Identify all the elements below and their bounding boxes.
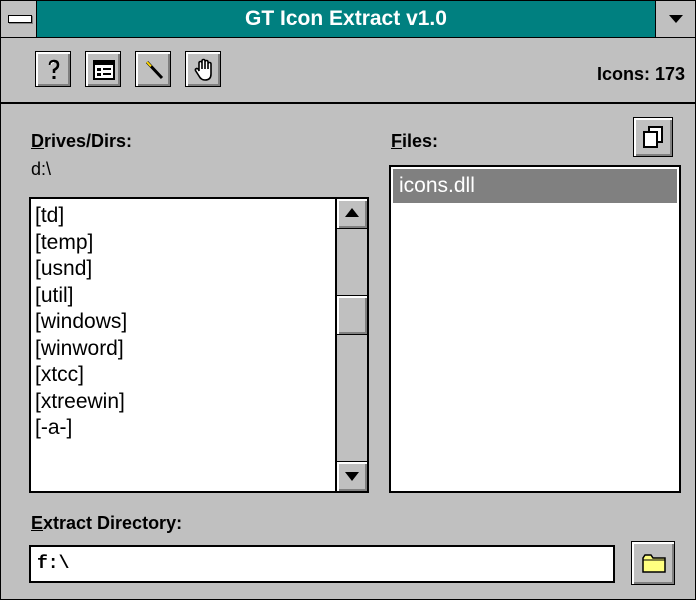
window-title: GT Icon Extract v1.0 (245, 7, 447, 30)
vertical-scrollbar[interactable] (335, 199, 367, 491)
help-icon (48, 59, 60, 79)
hand-icon (194, 58, 212, 81)
copy-button[interactable] (633, 117, 673, 157)
main-window: GT Icon Extract v1.0 Icons: 173 Drives/D… (0, 0, 696, 600)
browse-folder-button[interactable] (631, 541, 675, 585)
list-item[interactable]: [td] (35, 203, 333, 230)
view-icon (93, 60, 115, 80)
wand-button[interactable] (135, 51, 171, 87)
hand-button[interactable] (185, 51, 221, 87)
list-item[interactable]: [-a-] (35, 415, 333, 442)
icons-count-label: Icons: 173 (596, 64, 685, 84)
view-details-button[interactable] (85, 51, 121, 87)
scroll-thumb[interactable] (337, 295, 367, 335)
drives-dirs-label: Drives/Dirs: (31, 131, 133, 151)
extract-directory-input[interactable]: f:\ (29, 545, 615, 583)
wand-icon (145, 60, 164, 80)
chevron-down-icon (669, 15, 683, 23)
arrow-down-icon (345, 472, 359, 481)
scroll-down-button[interactable] (337, 461, 367, 491)
list-item[interactable]: [usnd] (35, 256, 333, 283)
list-item[interactable]: [xtreewin] (35, 389, 333, 416)
list-item[interactable]: [xtcc] (35, 362, 333, 389)
toolbar: Icons: 173 (1, 38, 695, 104)
arrow-up-icon (345, 208, 359, 217)
list-item[interactable]: [windows] (35, 309, 333, 336)
system-menu-button[interactable] (1, 1, 37, 37)
title-bar[interactable]: GT Icon Extract v1.0 (1, 1, 695, 38)
scroll-up-button[interactable] (337, 199, 367, 229)
minimize-button[interactable] (655, 1, 695, 37)
current-directory: d:\ (31, 159, 52, 179)
files-list[interactable]: icons.dll (389, 165, 681, 493)
system-menu-icon (8, 15, 32, 23)
folder-icon (642, 554, 666, 573)
file-item[interactable]: icons.dll (393, 169, 677, 203)
list-item[interactable]: [winword] (35, 336, 333, 363)
help-button[interactable] (35, 51, 71, 87)
list-item[interactable]: [util] (35, 283, 333, 310)
extract-directory-label: Extract Directory: (31, 513, 183, 533)
drives-dirs-list[interactable]: [td] [temp] [usnd] [util] [windows] [win… (29, 197, 369, 493)
copy-icon (643, 126, 663, 148)
list-item[interactable]: [temp] (35, 230, 333, 257)
files-label: Files: (391, 131, 439, 151)
